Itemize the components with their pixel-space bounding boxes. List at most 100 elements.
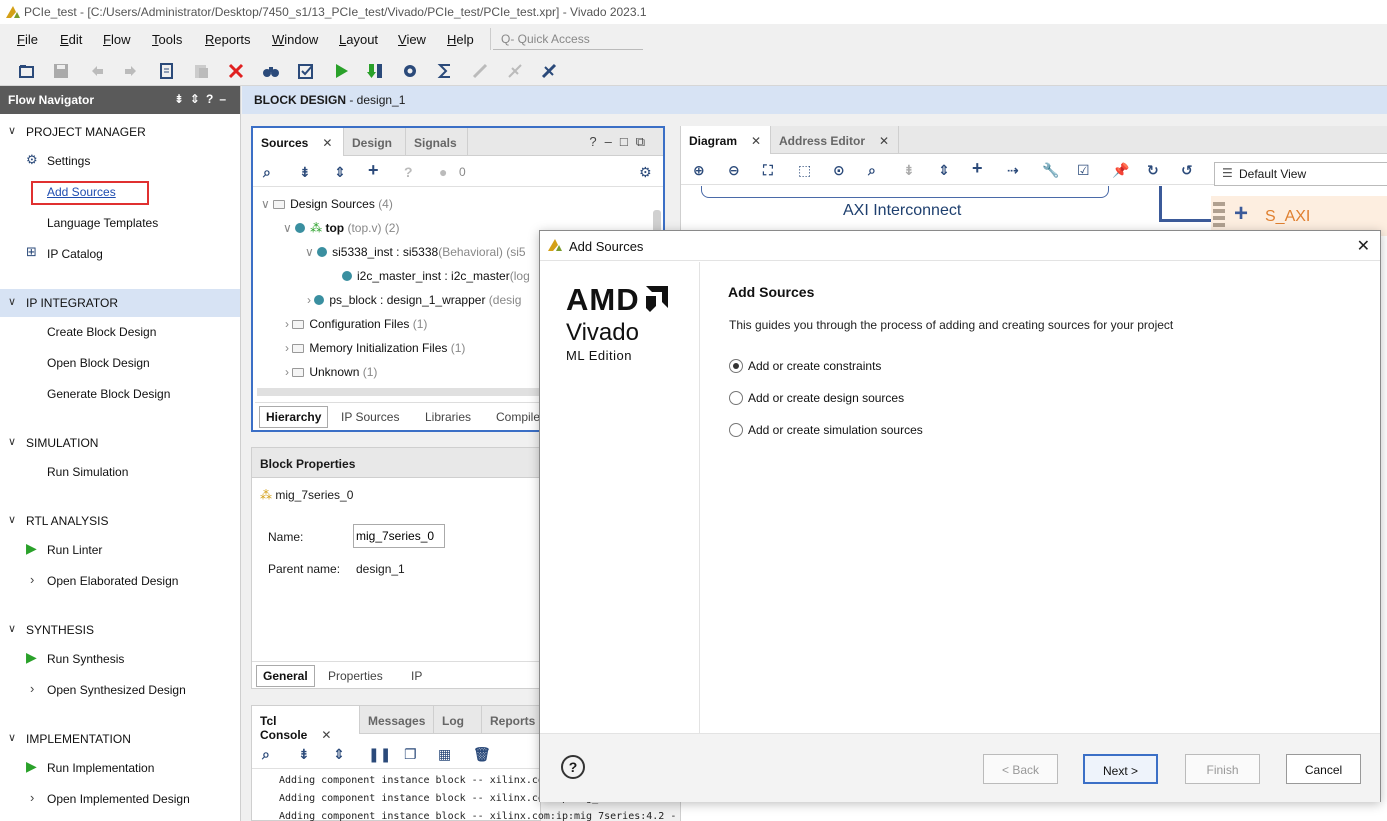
nav-open-implemented-design[interactable]: Open Implemented Design (47, 792, 190, 806)
add-icon[interactable]: + (368, 160, 379, 181)
nav-run-simulation[interactable]: Run Simulation (47, 465, 128, 479)
nav-create-block-design[interactable]: Create Block Design (47, 325, 156, 339)
section-synthesis[interactable]: ∨ SYNTHESIS (0, 616, 240, 644)
nav-ip-catalog[interactable]: IP Catalog (47, 247, 103, 261)
connect-icon[interactable]: ⇢ (1007, 162, 1019, 179)
table-view-icon[interactable]: ▦ (438, 746, 451, 763)
tree-configuration-files[interactable]: › Configuration Files (1) (285, 317, 427, 331)
tree-si5338-inst[interactable]: ∨ si5338_inst : si5338(Behavioral) (si5 (305, 245, 526, 259)
copy-icon[interactable]: ❐ (404, 746, 417, 763)
tab-general[interactable]: General (256, 665, 315, 687)
nav-open-synthesized-design[interactable]: Open Synthesized Design (47, 683, 186, 697)
tab-diagram[interactable]: Diagram ✕ (681, 126, 771, 154)
menu-tools[interactable]: Tools (152, 32, 182, 47)
option-constraints[interactable]: Add or create constraints (729, 359, 881, 373)
redo-icon[interactable] (122, 62, 140, 80)
expand-all-icon[interactable]: ⇕ (938, 162, 950, 179)
panel-window-controls-icon[interactable]: ?–□⧉ (589, 134, 653, 150)
refresh-icon[interactable]: ↻ (1147, 162, 1159, 179)
close-icon[interactable]: ✕ (1357, 236, 1370, 256)
collapse-all-icon[interactable]: ⇟ (298, 746, 310, 763)
fit-selection-icon[interactable]: ⬚ (798, 162, 811, 179)
tree-unknown[interactable]: › Unknown (1) (285, 365, 377, 379)
section-implementation[interactable]: ∨ IMPLEMENTATION (0, 725, 240, 753)
menu-flow[interactable]: Flow (103, 32, 130, 47)
flow-navigator-controls-icon[interactable]: ⇟⇕?– (174, 92, 232, 106)
horizontal-scrollbar[interactable] (257, 388, 547, 396)
close-icon[interactable]: ✕ (751, 134, 761, 148)
tab-hierarchy[interactable]: Hierarchy (259, 406, 329, 428)
center-target-icon[interactable]: ⊙ (833, 162, 845, 179)
tree-ps-block[interactable]: › ps_block : design_1_wrapper (desig (307, 293, 521, 307)
search-icon[interactable]: ⌕ (263, 164, 271, 181)
tab-signals[interactable]: Signals (406, 128, 468, 156)
cancel-button[interactable]: Cancel (1286, 754, 1361, 784)
nav-language-templates[interactable]: Language Templates (47, 216, 158, 230)
name-field[interactable] (353, 524, 445, 548)
menu-file[interactable]: File (17, 32, 38, 47)
wrench-icon[interactable]: 🔧 (1042, 162, 1059, 179)
settings-gear-icon[interactable] (401, 62, 419, 80)
tab-ip-sources[interactable]: IP Sources (335, 407, 405, 427)
tree-design-sources[interactable]: ∨ Design Sources (4) (261, 197, 393, 211)
menu-edit[interactable]: Edit (60, 32, 82, 47)
save-icon[interactable] (52, 62, 70, 80)
validate-icon[interactable]: ☑ (1077, 162, 1090, 179)
nav-add-sources[interactable]: Add Sources (47, 185, 116, 199)
nav-run-implementation[interactable]: Run Implementation (47, 761, 154, 775)
option-simulation-sources[interactable]: Add or create simulation sources (729, 423, 923, 437)
tab-address-editor[interactable]: Address Editor ✕ (771, 126, 899, 154)
menu-help[interactable]: Help (447, 32, 474, 47)
collapse-all-icon[interactable]: ⇟ (299, 164, 311, 181)
debug-tool-icon[interactable] (540, 62, 558, 80)
radio-unchecked-icon[interactable] (729, 391, 743, 405)
close-icon[interactable]: ✕ (879, 134, 889, 148)
undo-icon[interactable] (88, 62, 106, 80)
search-icon[interactable]: ⌕ (868, 162, 876, 179)
fit-full-icon[interactable]: ⛶ (763, 162, 773, 179)
quick-access-search[interactable]: Q- Quick Access (493, 28, 643, 50)
tab-compile-order[interactable]: Compile (490, 407, 546, 427)
tab-libraries[interactable]: Libraries (419, 407, 477, 427)
program-device-icon[interactable] (366, 62, 384, 80)
expand-port-icon[interactable]: + (1234, 200, 1248, 228)
pause-icon[interactable]: ❚❚ (368, 746, 391, 763)
run-icon[interactable] (332, 62, 350, 80)
menu-layout[interactable]: Layout (339, 32, 378, 47)
tree-top[interactable]: ∨ ⁂ top (top.v) (2) (283, 221, 399, 235)
view-select[interactable]: ☰ Default View (1214, 162, 1387, 186)
menu-reports[interactable]: Reports (205, 32, 251, 47)
menu-view[interactable]: View (398, 32, 426, 47)
regenerate-layout-icon[interactable]: ↺ (1181, 162, 1193, 179)
nav-open-elaborated-design[interactable]: Open Elaborated Design (47, 574, 178, 588)
tab-log[interactable]: Log (434, 706, 482, 734)
trash-icon[interactable]: 🗑 (473, 746, 491, 763)
search-icon[interactable]: ⌕ (262, 746, 270, 763)
tree-i2c-master-inst[interactable]: i2c_master_inst : i2c_master(log (342, 269, 530, 283)
expand-all-icon[interactable]: ⇕ (333, 746, 345, 763)
axi-interconnect-block[interactable] (701, 186, 1109, 198)
nav-open-block-design[interactable]: Open Block Design (47, 356, 150, 370)
tab-messages[interactable]: Messages (360, 706, 434, 734)
option-design-sources[interactable]: Add or create design sources (729, 391, 904, 405)
nav-run-synthesis[interactable]: Run Synthesis (47, 652, 124, 666)
nav-generate-block-design[interactable]: Generate Block Design (47, 387, 170, 401)
tab-properties[interactable]: Properties (322, 666, 389, 686)
section-ip-integrator[interactable]: ∨ IP INTEGRATOR (0, 289, 240, 317)
tab-tcl-console[interactable]: Tcl Console ✕ (252, 706, 360, 742)
nav-settings[interactable]: Settings (47, 154, 90, 168)
expand-all-icon[interactable]: ⇕ (334, 164, 346, 181)
sigma-report-icon[interactable] (436, 62, 454, 80)
nav-run-linter[interactable]: Run Linter (47, 543, 102, 557)
find-binoculars-icon[interactable] (262, 62, 280, 80)
radio-checked-icon[interactable] (729, 359, 743, 373)
pin-icon[interactable]: 📌 (1112, 162, 1129, 179)
section-simulation[interactable]: ∨ SIMULATION (0, 429, 240, 457)
delete-icon[interactable] (227, 62, 245, 80)
tab-reports[interactable]: Reports (482, 706, 542, 734)
section-rtl-analysis[interactable]: ∨ RTL ANALYSIS (0, 507, 240, 535)
next-button[interactable]: Next > (1083, 754, 1158, 784)
tab-design[interactable]: Design (344, 128, 406, 156)
close-icon[interactable]: ✕ (322, 136, 332, 150)
tab-ip[interactable]: IP (405, 666, 428, 686)
